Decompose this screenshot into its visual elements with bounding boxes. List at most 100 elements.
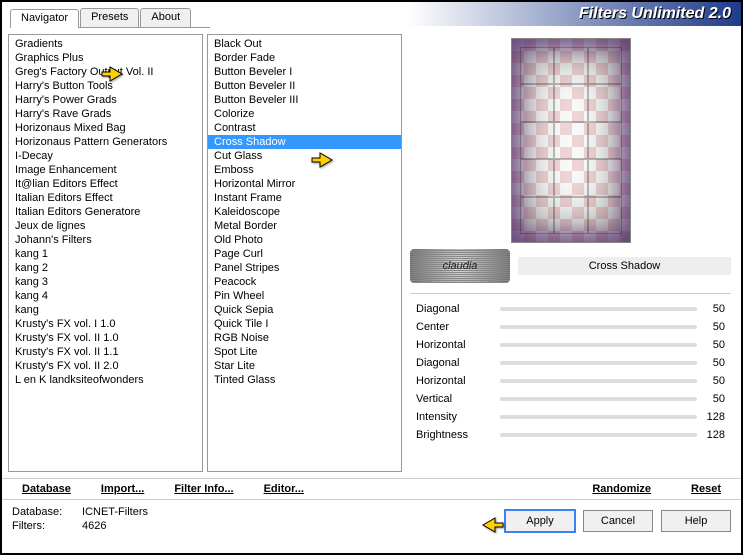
list-item[interactable]: Page Curl bbox=[208, 247, 401, 261]
list-item[interactable]: Horizontal Mirror bbox=[208, 177, 401, 191]
cancel-button[interactable]: Cancel bbox=[583, 510, 653, 532]
list-item[interactable]: kang 4 bbox=[9, 289, 202, 303]
list-item[interactable]: Emboss bbox=[208, 163, 401, 177]
list-item[interactable]: Jeux de lignes bbox=[9, 219, 202, 233]
filter-list[interactable]: Black OutBorder FadeButton Beveler IButt… bbox=[207, 34, 402, 472]
slider-label: Vertical bbox=[410, 393, 500, 405]
list-item[interactable]: Button Beveler II bbox=[208, 79, 401, 93]
slider-track[interactable] bbox=[500, 397, 697, 401]
list-item[interactable]: Graphics Plus bbox=[9, 51, 202, 65]
parameter-sliders: Diagonal50Center50Horizontal50Diagonal50… bbox=[410, 293, 731, 444]
list-item[interactable]: Cut Glass bbox=[208, 149, 401, 163]
editor-button[interactable]: Editor... bbox=[264, 483, 304, 495]
slider-label: Diagonal bbox=[410, 357, 500, 369]
slider-track[interactable] bbox=[500, 307, 697, 311]
list-item[interactable]: Peacock bbox=[208, 275, 401, 289]
list-item[interactable]: Cross Shadow bbox=[208, 135, 401, 149]
preview-caption: Cross Shadow bbox=[518, 257, 731, 275]
watermark: claudia bbox=[410, 249, 510, 283]
window-title: Filters Unlimited 2.0 bbox=[579, 5, 731, 23]
filter-preview bbox=[511, 38, 631, 243]
list-item[interactable]: Spot Lite bbox=[208, 345, 401, 359]
list-item[interactable]: Panel Stripes bbox=[208, 261, 401, 275]
list-item[interactable]: Contrast bbox=[208, 121, 401, 135]
list-item[interactable]: Krusty's FX vol. II 2.0 bbox=[9, 359, 202, 373]
slider-value: 128 bbox=[697, 411, 731, 423]
tab-presets[interactable]: Presets bbox=[80, 8, 139, 27]
slider-row: Diagonal 50 bbox=[410, 300, 731, 318]
list-item[interactable]: kang 3 bbox=[9, 275, 202, 289]
slider-label: Horizontal bbox=[410, 339, 500, 351]
slider-value: 128 bbox=[697, 429, 731, 441]
tab-about[interactable]: About bbox=[140, 8, 191, 27]
list-item[interactable]: Johann's Filters bbox=[9, 233, 202, 247]
slider-row: Horizontal50 bbox=[410, 372, 731, 390]
list-item[interactable]: Krusty's FX vol. II 1.1 bbox=[9, 345, 202, 359]
list-item[interactable]: Instant Frame bbox=[208, 191, 401, 205]
category-list[interactable]: GradientsGraphics PlusGreg's Factory Out… bbox=[8, 34, 203, 472]
slider-value: 50 bbox=[697, 357, 731, 369]
list-item[interactable]: Colorize bbox=[208, 107, 401, 121]
slider-label: Intensity bbox=[410, 411, 500, 423]
list-item[interactable]: Italian Editors Effect bbox=[9, 191, 202, 205]
list-item[interactable]: Pin Wheel bbox=[208, 289, 401, 303]
slider-row: Diagonal 50 bbox=[410, 354, 731, 372]
list-item[interactable]: Quick Tile I bbox=[208, 317, 401, 331]
list-item[interactable]: Button Beveler III bbox=[208, 93, 401, 107]
slider-label: Brightness bbox=[410, 429, 500, 441]
slider-track[interactable] bbox=[500, 415, 697, 419]
help-button[interactable]: Help bbox=[661, 510, 731, 532]
list-item[interactable]: Metal Border bbox=[208, 219, 401, 233]
list-item[interactable]: I-Decay bbox=[9, 149, 202, 163]
apply-button[interactable]: Apply bbox=[505, 510, 575, 532]
list-item[interactable]: It@lian Editors Effect bbox=[9, 177, 202, 191]
list-item[interactable]: kang 2 bbox=[9, 261, 202, 275]
list-item[interactable]: Krusty's FX vol. II 1.0 bbox=[9, 331, 202, 345]
filter-info-button[interactable]: Filter Info... bbox=[174, 483, 233, 495]
slider-track[interactable] bbox=[500, 343, 697, 347]
slider-row: Brightness 128 bbox=[410, 426, 731, 444]
list-item[interactable]: Harry's Power Grads bbox=[9, 93, 202, 107]
slider-row: Center50 bbox=[410, 318, 731, 336]
status-db-value: ICNET-Filters bbox=[82, 506, 148, 518]
list-item[interactable]: RGB Noise bbox=[208, 331, 401, 345]
list-item[interactable]: Greg's Factory Output Vol. II bbox=[9, 65, 202, 79]
list-item[interactable]: Tinted Glass bbox=[208, 373, 401, 387]
list-item[interactable]: Old Photo bbox=[208, 233, 401, 247]
slider-value: 50 bbox=[697, 321, 731, 333]
slider-value: 50 bbox=[697, 339, 731, 351]
list-item[interactable]: Black Out bbox=[208, 37, 401, 51]
slider-row: Intensity 128 bbox=[410, 408, 731, 426]
slider-track[interactable] bbox=[500, 433, 697, 437]
list-item[interactable]: Kaleidoscope bbox=[208, 205, 401, 219]
list-item[interactable]: Gradients bbox=[9, 37, 202, 51]
reset-button[interactable]: Reset bbox=[691, 483, 721, 495]
tab-navigator[interactable]: Navigator bbox=[10, 9, 79, 28]
list-item[interactable]: kang 1 bbox=[9, 247, 202, 261]
slider-label: Diagonal bbox=[410, 303, 500, 315]
status-filters-value: 4626 bbox=[82, 520, 148, 532]
slider-track[interactable] bbox=[500, 361, 697, 365]
list-item[interactable]: Button Beveler I bbox=[208, 65, 401, 79]
list-item[interactable]: Image Enhancement bbox=[9, 163, 202, 177]
list-item[interactable]: Horizonaus Pattern Generators bbox=[9, 135, 202, 149]
list-item[interactable]: Harry's Button Tools bbox=[9, 79, 202, 93]
list-item[interactable]: Italian Editors Generatore bbox=[9, 205, 202, 219]
list-item[interactable]: Border Fade bbox=[208, 51, 401, 65]
status-filters-label: Filters: bbox=[12, 520, 82, 532]
randomize-button[interactable]: Randomize bbox=[592, 483, 651, 495]
list-item[interactable]: Star Lite bbox=[208, 359, 401, 373]
list-item[interactable]: L en K landksiteofwonders bbox=[9, 373, 202, 387]
slider-track[interactable] bbox=[500, 325, 697, 329]
slider-track[interactable] bbox=[500, 379, 697, 383]
slider-value: 50 bbox=[697, 303, 731, 315]
list-item[interactable]: Harry's Rave Grads bbox=[9, 107, 202, 121]
database-button[interactable]: Database bbox=[22, 483, 71, 495]
slider-label: Horizontal bbox=[410, 375, 500, 387]
import-button[interactable]: Import... bbox=[101, 483, 144, 495]
list-item[interactable]: Horizonaus Mixed Bag bbox=[9, 121, 202, 135]
list-item[interactable]: Krusty's FX vol. I 1.0 bbox=[9, 317, 202, 331]
list-item[interactable]: Quick Sepia bbox=[208, 303, 401, 317]
list-item[interactable]: kang bbox=[9, 303, 202, 317]
slider-value: 50 bbox=[697, 393, 731, 405]
